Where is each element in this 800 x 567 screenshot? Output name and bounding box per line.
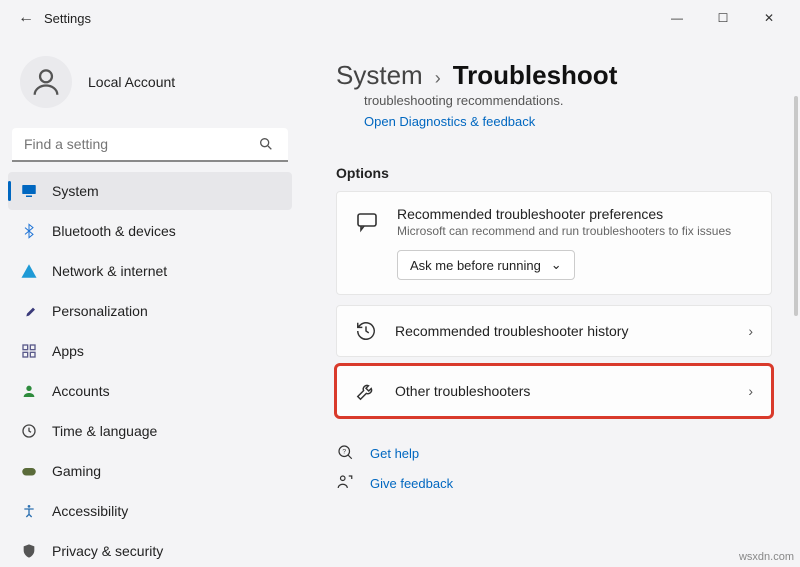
brush-icon	[20, 302, 38, 320]
clock-icon	[20, 422, 38, 440]
sidebar-item-system[interactable]: System	[8, 172, 292, 210]
person-icon	[20, 382, 38, 400]
history-icon	[355, 320, 377, 342]
other-troubleshooters-row[interactable]: Other troubleshooters ›	[336, 365, 772, 417]
sidebar-item-time-language[interactable]: Time & language	[8, 412, 292, 450]
pref-dropdown[interactable]: Ask me before running ⌄	[397, 250, 575, 280]
sidebar-item-privacy-security[interactable]: Privacy & security	[8, 532, 292, 567]
give-feedback-label: Give feedback	[370, 476, 453, 491]
sidebar-item-label: Privacy & security	[52, 543, 163, 559]
shield-icon	[20, 542, 38, 560]
sidebar-item-apps[interactable]: Apps	[8, 332, 292, 370]
sidebar-item-label: Accessibility	[52, 503, 128, 519]
get-help-link[interactable]: ? Get help	[336, 443, 772, 463]
options-heading: Options	[336, 165, 772, 181]
history-row[interactable]: Recommended troubleshooter history ›	[336, 305, 772, 357]
minimize-button[interactable]: —	[654, 2, 700, 34]
pref-sub: Microsoft can recommend and run troubles…	[397, 224, 731, 238]
give-feedback-link[interactable]: Give feedback	[336, 473, 772, 493]
wifi-icon	[20, 262, 38, 280]
sidebar-item-label: Gaming	[52, 463, 101, 479]
scrollbar[interactable]	[794, 96, 798, 316]
pref-dropdown-label: Ask me before running	[410, 258, 541, 273]
account-name: Local Account	[88, 74, 175, 90]
nav-list: System Bluetooth & devices Network & inter…	[8, 172, 292, 567]
get-help-label: Get help	[370, 446, 419, 461]
maximize-button[interactable]: ☐	[700, 2, 746, 34]
gaming-icon	[20, 462, 38, 480]
sidebar-item-label: Time & language	[52, 423, 157, 439]
search-box[interactable]	[12, 128, 288, 162]
sidebar-item-label: Apps	[52, 343, 84, 359]
system-icon	[20, 182, 38, 200]
sidebar-item-label: Personalization	[52, 303, 148, 319]
sidebar-item-gaming[interactable]: Gaming	[8, 452, 292, 490]
sidebar-item-label: Accounts	[52, 383, 110, 399]
sidebar-item-label: Bluetooth & devices	[52, 223, 176, 239]
chat-icon	[355, 210, 379, 234]
intro-text: troubleshooting recommendations.	[336, 93, 772, 108]
help-icon: ?	[336, 443, 356, 463]
avatar-icon	[20, 56, 72, 108]
history-label: Recommended troubleshooter history	[395, 323, 730, 339]
sidebar-item-network-internet[interactable]: Network & internet	[8, 252, 292, 290]
sidebar-item-bluetooth-devices[interactable]: Bluetooth & devices	[8, 212, 292, 250]
breadcrumb-parent[interactable]: System	[336, 60, 423, 91]
bluetooth-icon	[20, 222, 38, 240]
breadcrumb-current: Troubleshoot	[453, 60, 618, 91]
sidebar-item-accounts[interactable]: Accounts	[8, 372, 292, 410]
back-button[interactable]: ←	[8, 9, 44, 27]
window-title: Settings	[44, 11, 91, 26]
chevron-right-icon: ›	[435, 68, 441, 89]
sidebar-item-accessibility[interactable]: Accessibility	[8, 492, 292, 530]
chevron-right-icon: ›	[748, 383, 753, 399]
chevron-down-icon: ⌄	[551, 257, 562, 273]
diagnostics-link[interactable]: Open Diagnostics & feedback	[336, 114, 772, 129]
search-input[interactable]	[12, 128, 288, 162]
wrench-icon	[355, 380, 377, 402]
feedback-icon	[336, 473, 356, 493]
content: System › Troubleshoot troubleshooting re…	[300, 36, 800, 567]
titlebar: ← Settings — ☐ ✕	[0, 0, 800, 36]
apps-icon	[20, 342, 38, 360]
pref-card: Recommended troubleshooter preferences M…	[336, 191, 772, 295]
account-block[interactable]: Local Account	[8, 44, 292, 124]
svg-text:?: ?	[342, 449, 346, 456]
watermark: wsxdn.com	[739, 551, 794, 563]
pref-title: Recommended troubleshooter preferences	[397, 206, 731, 222]
sidebar-item-label: Network & internet	[52, 263, 167, 279]
access-icon	[20, 502, 38, 520]
sidebar: Local Account System Bluetooth & devices N…	[0, 36, 300, 567]
close-button[interactable]: ✕	[746, 2, 792, 34]
search-icon	[258, 136, 274, 157]
sidebar-item-personalization[interactable]: Personalization	[8, 292, 292, 330]
breadcrumb: System › Troubleshoot	[336, 60, 772, 91]
other-troubleshooters-label: Other troubleshooters	[395, 383, 730, 399]
chevron-right-icon: ›	[748, 323, 753, 339]
sidebar-item-label: System	[52, 183, 99, 199]
